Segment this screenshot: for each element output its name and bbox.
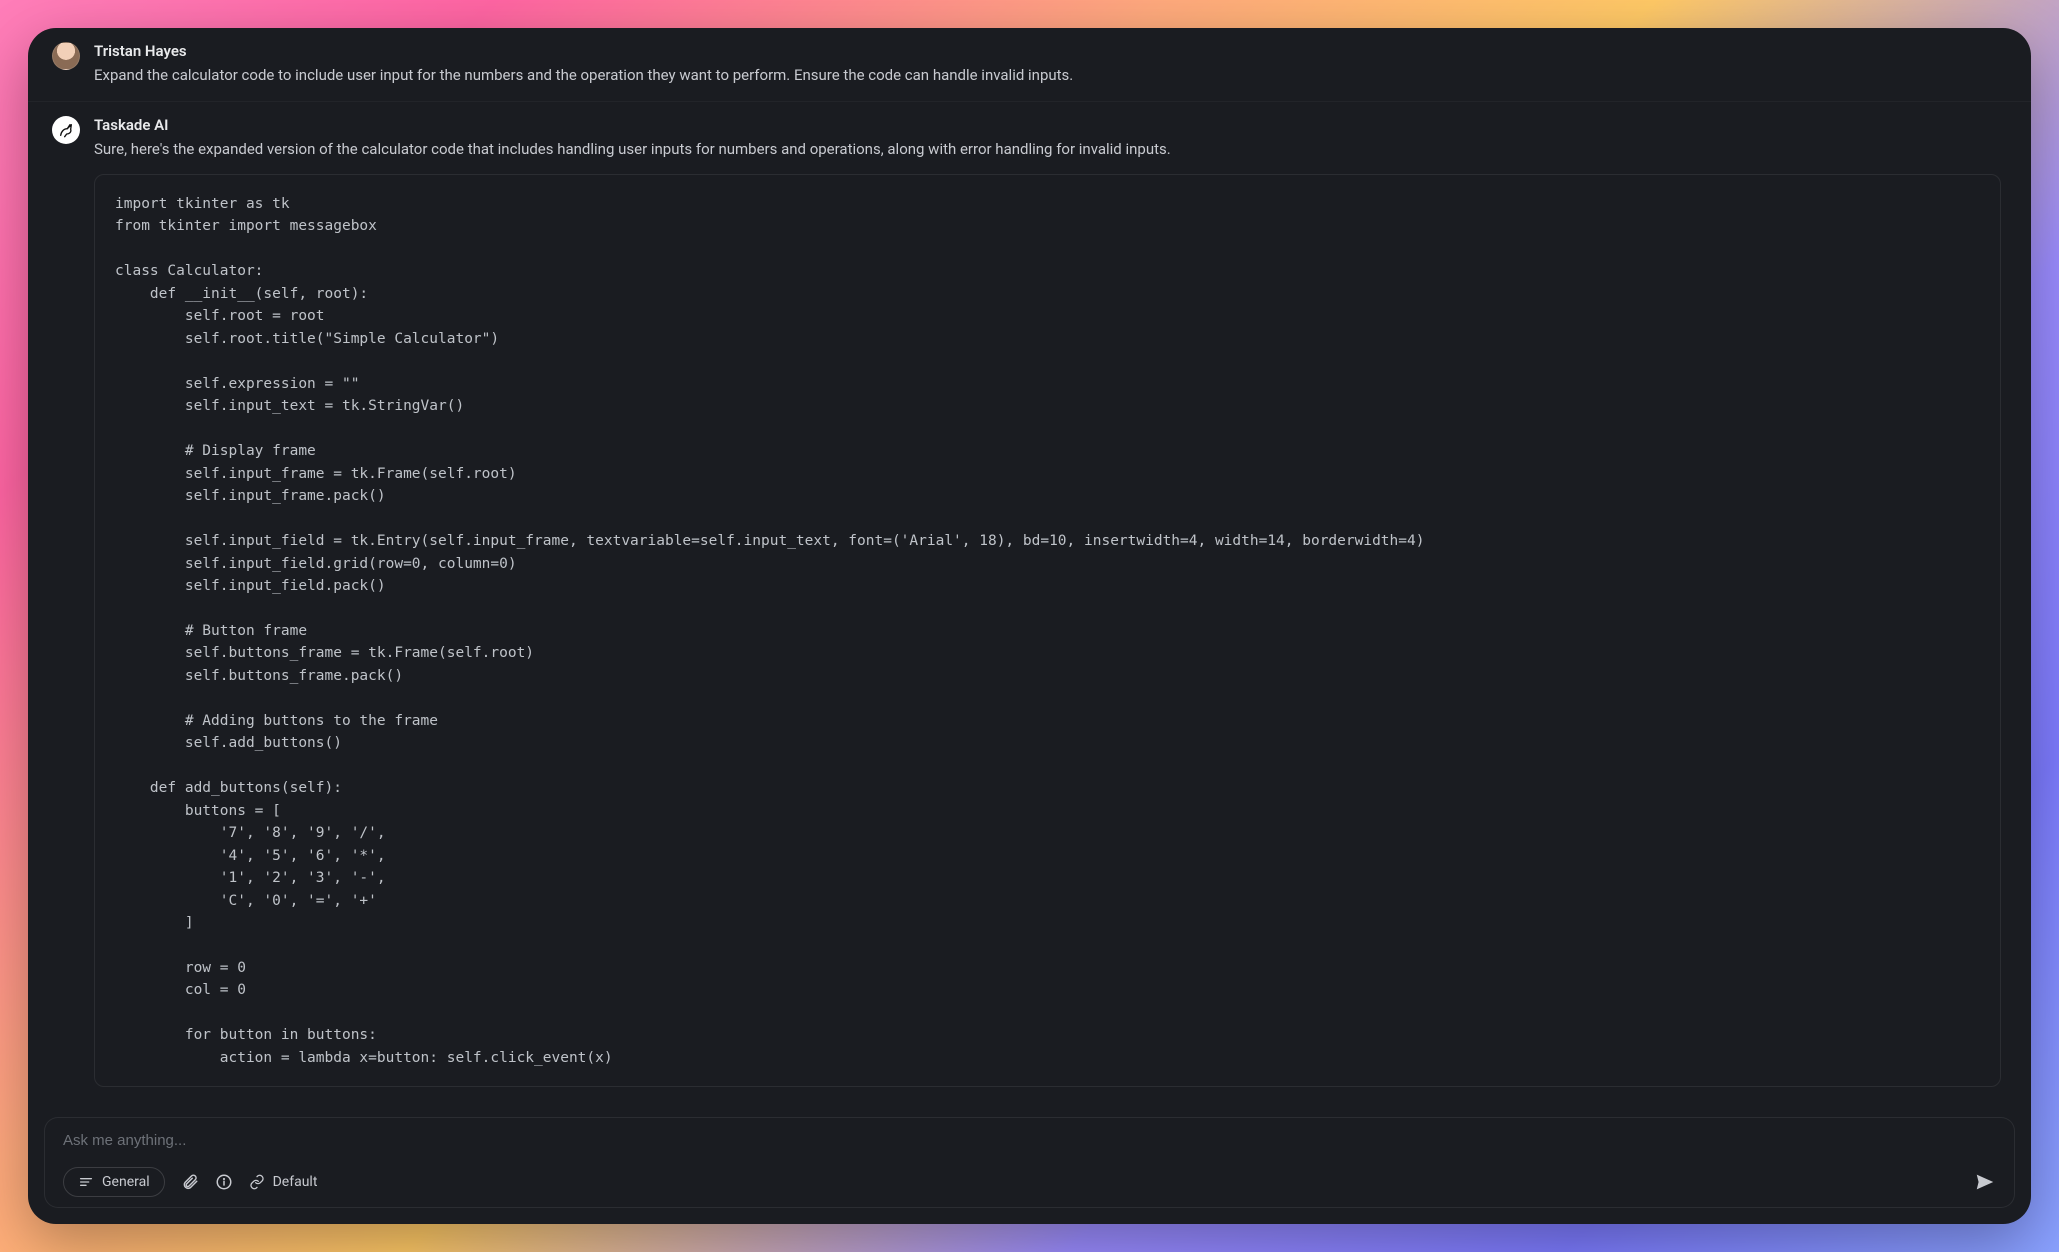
send-icon xyxy=(1974,1171,1996,1193)
info-icon xyxy=(215,1173,233,1191)
message-ai: Taskade AI Sure, here's the expanded ver… xyxy=(28,102,2031,1102)
prompt-input[interactable] xyxy=(63,1132,1996,1149)
model-selector[interactable]: Default xyxy=(249,1174,318,1190)
message-body: Taskade AI Sure, here's the expanded ver… xyxy=(94,116,2001,1088)
code-content: import tkinter as tk from tkinter import… xyxy=(115,193,1980,1069)
paperclip-icon xyxy=(181,1173,199,1191)
mode-label: General xyxy=(102,1174,150,1190)
link-icon xyxy=(249,1174,265,1190)
message-user: Tristan Hayes Expand the calculator code… xyxy=(28,28,2031,102)
lines-icon xyxy=(78,1174,94,1190)
mode-selector[interactable]: General xyxy=(63,1167,165,1197)
info-button[interactable] xyxy=(215,1173,233,1191)
author-name: Tristan Hayes xyxy=(94,42,2001,60)
send-button[interactable] xyxy=(1974,1171,1996,1193)
message-text: Expand the calculator code to include us… xyxy=(94,64,2001,87)
composer: General Default xyxy=(44,1117,2015,1208)
attach-button[interactable] xyxy=(181,1173,199,1191)
code-block[interactable]: import tkinter as tk from tkinter import… xyxy=(94,174,2001,1087)
model-label: Default xyxy=(273,1174,318,1190)
composer-controls: General Default xyxy=(63,1167,1996,1197)
chat-scroll: Tristan Hayes Expand the calculator code… xyxy=(28,28,2031,1101)
author-name: Taskade AI xyxy=(94,116,2001,134)
chat-window: Tristan Hayes Expand the calculator code… xyxy=(28,28,2031,1224)
unicorn-icon xyxy=(58,122,74,138)
message-text: Sure, here's the expanded version of the… xyxy=(94,138,2001,161)
avatar-ai xyxy=(52,116,80,144)
avatar-user xyxy=(52,42,80,70)
message-body: Tristan Hayes Expand the calculator code… xyxy=(94,42,2001,87)
